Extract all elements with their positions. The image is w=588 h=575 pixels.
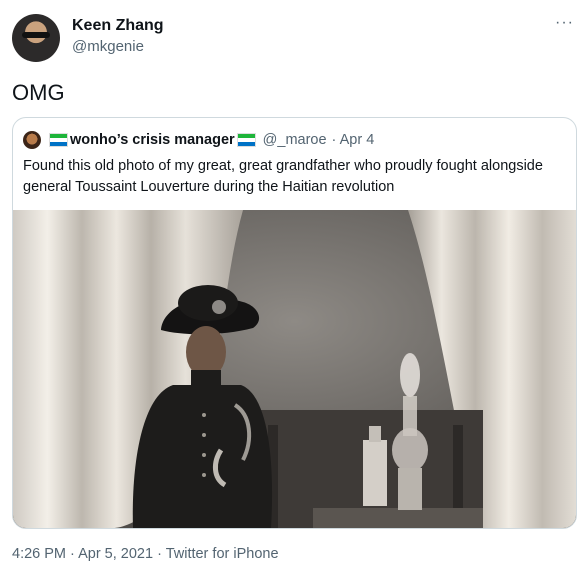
tweet-source-link[interactable]: Twitter for iPhone bbox=[166, 546, 279, 562]
sierra-leone-flag-icon bbox=[236, 133, 256, 147]
quoted-tweet-photo[interactable] bbox=[13, 210, 576, 528]
quoted-tweet-date: · Apr 4 bbox=[331, 132, 375, 148]
tweet-text: OMG bbox=[12, 80, 65, 105]
more-options-icon[interactable]: ··· bbox=[555, 14, 574, 32]
sierra-leone-flag-icon bbox=[49, 133, 68, 147]
quoted-tweet-text: Found this old photo of my great, great … bbox=[23, 158, 543, 195]
author-display-name[interactable]: Keen Zhang bbox=[72, 17, 164, 35]
quoted-author-name: wonho’s crisis manager bbox=[70, 132, 235, 148]
vintage-photo-illustration bbox=[13, 210, 576, 528]
tweet-date-link[interactable]: 4:26 PM · Apr 5, 2021 bbox=[12, 546, 153, 562]
author-avatar[interactable] bbox=[12, 14, 60, 62]
tweet-timestamp: 4:26 PM · Apr 5, 2021 · Twitter for iPho… bbox=[12, 546, 279, 562]
quoted-author-handle: @_maroe bbox=[262, 132, 327, 148]
quoted-tweet-header: wonho’s crisis manager @_maroe · Apr 4 bbox=[23, 131, 374, 149]
quoted-author-avatar bbox=[23, 131, 41, 149]
author-handle[interactable]: @mkgenie bbox=[72, 38, 144, 55]
timestamp-separator: · bbox=[153, 546, 166, 562]
quoted-tweet-card[interactable]: wonho’s crisis manager @_maroe · Apr 4 F… bbox=[12, 117, 577, 529]
